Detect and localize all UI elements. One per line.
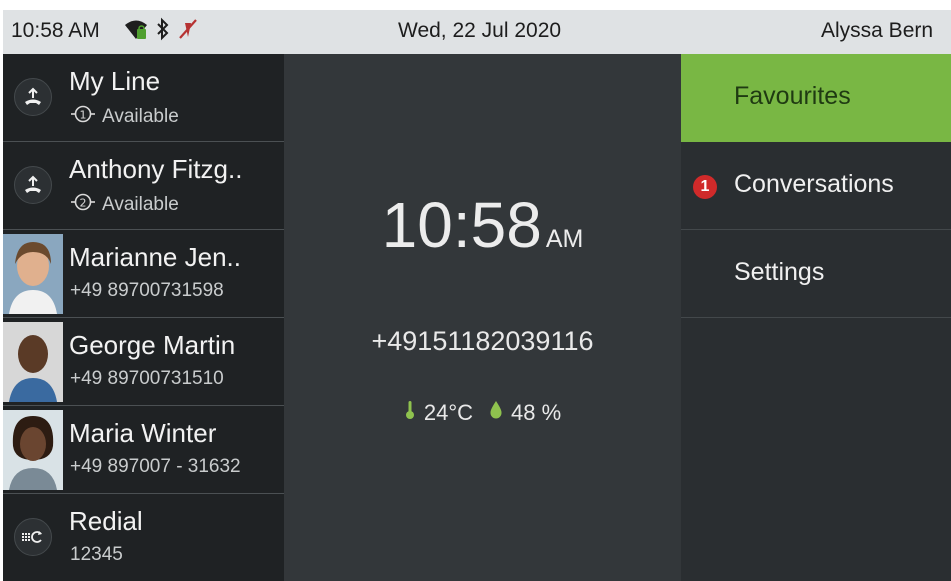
thermometer-icon (404, 399, 416, 427)
line-key-status: 2 Available (70, 192, 179, 218)
avatar (3, 234, 63, 314)
line-key-redial[interactable]: Redial 12345 (3, 494, 284, 581)
redial-icon (14, 518, 52, 556)
line-key-title: Marianne Jen.. (69, 242, 241, 272)
idle-center-panel: 10:58 AM +49151182039116 24°C 48 % (284, 54, 681, 581)
svg-text:1: 1 (80, 109, 87, 122)
line-key-status: 1 Available (70, 104, 179, 130)
line-key-subtitle: +49 89700731510 (70, 368, 224, 389)
status-user-name: Alyssa Bern (821, 19, 934, 42)
line-key-title: Redial (69, 506, 143, 536)
status-bar: 10:58 AM Wed, 22 Jul 2020 Alyssa Bern (3, 10, 951, 54)
clock-ampm: AM (545, 225, 584, 253)
line-key-anthony[interactable]: Anthony Fitzg.. 2 Available (3, 142, 284, 230)
line-key-marianne[interactable]: Marianne Jen.. +49 89700731598 (3, 230, 284, 318)
menu-item-label: Favourites (734, 82, 851, 110)
line-key-title: My Line (69, 66, 161, 96)
climate-info: 24°C 48 % (284, 399, 681, 427)
menu-item-conversations[interactable]: 1 Conversations (681, 142, 951, 230)
status-time: 10:58 AM (11, 19, 100, 42)
avatar (3, 410, 63, 490)
line-key-subtitle: +49 89700731598 (70, 280, 224, 301)
line-key-subtitle: +49 897007 - 31632 (70, 456, 241, 477)
bluetooth-icon (155, 17, 171, 47)
own-number: +49151182039116 (371, 326, 594, 356)
status-date: Wed, 22 Jul 2020 (398, 19, 562, 42)
wifi-icon (123, 17, 149, 47)
line-number-icon: 2 (70, 192, 96, 218)
temperature: 24°C (423, 400, 473, 425)
menu-item-settings[interactable]: Settings (681, 230, 951, 318)
line-key-maria[interactable]: Maria Winter +49 897007 - 31632 (3, 406, 284, 494)
humidity: 48 % (511, 400, 562, 425)
avatar (3, 322, 63, 402)
line-number-icon: 1 (70, 104, 96, 130)
handset-icon (14, 166, 52, 204)
handset-icon (14, 78, 52, 116)
line-key-subtitle: Available (102, 106, 179, 127)
menu-item-label: Settings (734, 258, 825, 286)
phone-screen: 10:58 AM Wed, 22 Jul 2020 Alyssa Bern My… (3, 10, 951, 581)
status-icons (123, 17, 199, 47)
line-key-title: Maria Winter (69, 418, 217, 448)
svg-text:2: 2 (80, 197, 87, 210)
humidity-icon (489, 400, 503, 426)
line-key-subtitle: Available (102, 194, 179, 215)
menu-item-label: Conversations (734, 170, 894, 198)
mic-muted-icon (177, 17, 199, 47)
line-key-subtitle: 12345 (70, 544, 123, 565)
line-keys-panel: My Line 1 Available Anthony Fitzg.. 2 Av… (3, 54, 284, 581)
clock-time: 10:58 (381, 189, 542, 261)
line-key-george[interactable]: George Martin +49 89700731510 (3, 318, 284, 406)
line-key-my-line[interactable]: My Line 1 Available (3, 54, 284, 142)
notification-badge: 1 (693, 175, 717, 199)
clock: 10:58 AM (284, 188, 681, 262)
main-menu: Favourites 1 Conversations Settings (681, 54, 951, 581)
line-key-title: Anthony Fitzg.. (69, 154, 243, 184)
menu-item-favourites[interactable]: Favourites (681, 54, 951, 142)
line-key-title: George Martin (69, 330, 236, 360)
